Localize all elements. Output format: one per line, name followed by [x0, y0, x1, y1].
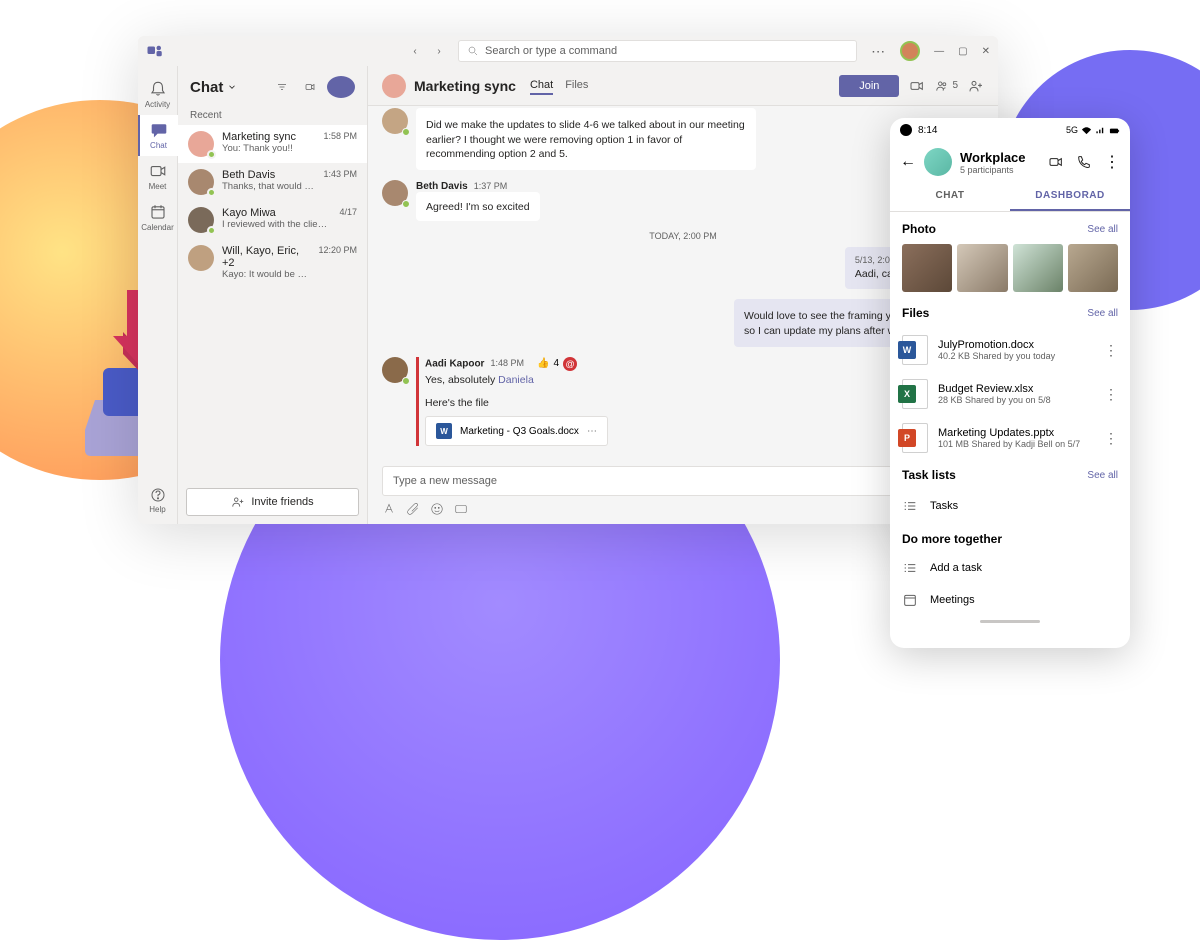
window-maximize[interactable]: ▢ [958, 46, 967, 57]
mobile-tab-dashboard[interactable]: DASHBORAD [1010, 182, 1130, 211]
search-icon [467, 45, 479, 57]
rail-chat[interactable]: Chat [138, 115, 178, 156]
file-item[interactable]: P Marketing Updates.pptx101 MB Shared by… [902, 416, 1118, 460]
audio-call-icon[interactable] [1076, 154, 1092, 170]
add-task-item[interactable]: Add a task [902, 552, 1118, 584]
emoji-icon[interactable] [430, 502, 444, 516]
mention-badge: @ [563, 357, 577, 371]
word-file-icon: W [898, 341, 916, 359]
domore-section-header: Do more together [902, 532, 1118, 546]
file-attachment[interactable]: W Marketing - Q3 Goals.docx ⋯ [425, 416, 608, 446]
tasklists-see-all[interactable]: See all [1087, 470, 1118, 481]
files-section-header: Files [902, 306, 929, 320]
tab-files[interactable]: Files [565, 77, 588, 95]
rail-activity[interactable]: Activity [138, 74, 178, 115]
mobile-home-indicator [980, 620, 1040, 623]
chevron-down-icon[interactable] [227, 82, 237, 92]
tab-chat[interactable]: Chat [530, 77, 553, 95]
rail-meet[interactable]: Meet [138, 156, 178, 197]
chat-row[interactable]: Will, Kayo, Eric, +2Kayo: It would be gr… [178, 239, 367, 286]
meetings-item[interactable]: Meetings [902, 584, 1118, 616]
photo-thumbnails[interactable] [902, 244, 1118, 292]
group-avatar [382, 74, 406, 98]
teams-mobile-mockup: 8:14 5G ← Workplace 5 participants ⋮ CHA… [890, 118, 1130, 648]
nav-forward[interactable]: › [430, 42, 448, 60]
teams-desktop-window: ‹ › Search or type a command ⋯ — ▢ ✕ Act… [138, 36, 998, 524]
window-minimize[interactable]: — [934, 46, 944, 57]
meet-now-button[interactable] [299, 76, 321, 98]
app-rail: Activity Chat Meet Calendar Help [138, 66, 178, 524]
window-close[interactable]: ✕ [982, 46, 990, 57]
mobile-tab-chat[interactable]: CHAT [890, 182, 1010, 211]
chat-list-title: Chat [190, 79, 223, 96]
recent-label: Recent [178, 108, 367, 125]
search-input[interactable]: Search or type a command [458, 40, 857, 62]
file-item[interactable]: X Budget Review.xlsx28 KB Shared by you … [902, 372, 1118, 416]
video-call-icon[interactable] [1048, 154, 1064, 170]
join-button[interactable]: Join [839, 75, 899, 97]
chat-title: Marketing sync [414, 78, 516, 94]
gif-icon[interactable] [454, 502, 468, 516]
message-text: Agreed! I'm so excited [426, 200, 530, 215]
message-text: Yes, absolutely Daniela [425, 373, 608, 388]
files-see-all[interactable]: See all [1087, 308, 1118, 319]
rail-calendar[interactable]: Calendar [138, 197, 178, 238]
video-icon[interactable] [909, 78, 925, 94]
add-person-icon[interactable] [968, 78, 984, 94]
nav-back[interactable]: ‹ [406, 42, 424, 60]
mobile-chat-title: Workplace [960, 150, 1026, 165]
ppt-file-icon: P [898, 429, 916, 447]
new-chat-button[interactable] [327, 76, 355, 98]
invite-friends-button[interactable]: Invite friends [186, 488, 359, 516]
rail-help[interactable]: Help [138, 477, 178, 524]
format-icon[interactable] [382, 502, 396, 516]
mobile-more[interactable]: ⋮ [1104, 152, 1120, 172]
word-file-icon: W [436, 423, 452, 439]
user-avatar[interactable] [900, 41, 920, 61]
attach-icon[interactable] [406, 502, 420, 516]
file-more[interactable]: ⋮ [1104, 430, 1118, 447]
participant-count[interactable]: 5 [935, 79, 958, 93]
message-reactions[interactable]: 👍4 @ [537, 357, 577, 371]
chat-row-marketing-sync[interactable]: Marketing syncYou: Thank you!! 1:58 PM [178, 125, 367, 163]
excel-file-icon: X [898, 385, 916, 403]
photo-see-all[interactable]: See all [1087, 224, 1118, 235]
file-more[interactable]: ⋮ [1104, 342, 1118, 359]
file-item[interactable]: W JulyPromotion.docx40.2 KB Shared by yo… [902, 328, 1118, 372]
chat-row[interactable]: Beth DavisThanks, that would be nice. 1:… [178, 163, 367, 201]
tasklists-section-header: Task lists [902, 468, 956, 482]
chat-list-panel: Chat Recent Marketing syncYou: Thank you… [178, 66, 368, 524]
chat-row[interactable]: Kayo MiwaI reviewed with the client on T… [178, 201, 367, 239]
workplace-avatar [924, 148, 952, 176]
message-text: Did we make the updates to slide 4-6 we … [426, 118, 746, 162]
task-item-tasks[interactable]: Tasks [902, 490, 1118, 522]
mobile-status-bar: 8:14 5G [890, 118, 1130, 142]
file-more[interactable]: ⋮ [1104, 386, 1118, 403]
more-options[interactable]: ⋯ [871, 43, 886, 60]
teams-app-icon [146, 42, 164, 60]
photo-section-header: Photo [902, 222, 936, 236]
back-button[interactable]: ← [900, 153, 916, 171]
filter-button[interactable] [271, 76, 293, 98]
